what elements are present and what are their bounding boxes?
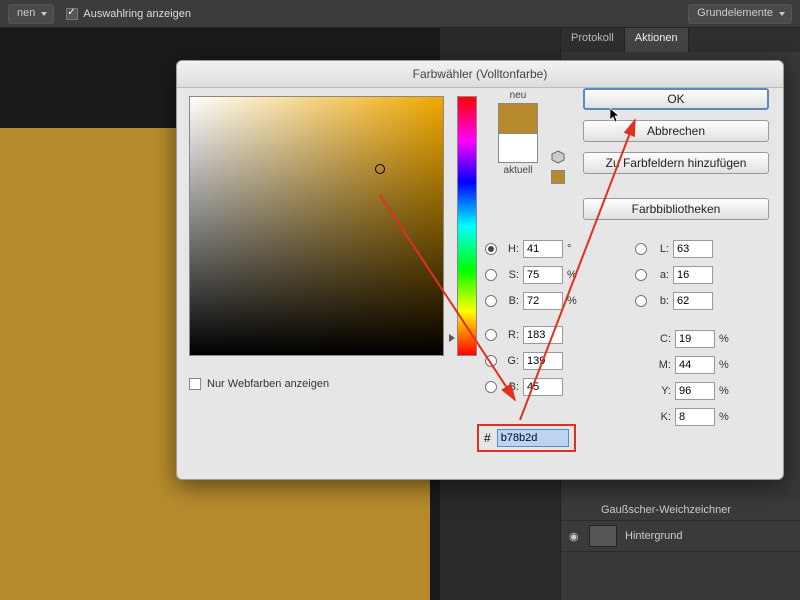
- tab-protokoll[interactable]: Protokoll: [561, 28, 625, 52]
- current-color-label: aktuell: [491, 165, 545, 176]
- radio-lab-b[interactable]: [635, 295, 647, 307]
- radio-g[interactable]: [485, 355, 497, 367]
- app-toolbar: nen Auswahlring anzeigen Grundelemente: [0, 0, 800, 28]
- h-field[interactable]: [523, 240, 563, 258]
- hue-slider[interactable]: [457, 96, 477, 356]
- l-field[interactable]: [673, 240, 713, 258]
- a-field[interactable]: [673, 266, 713, 284]
- lab-fields: L: a: b:: [635, 236, 713, 314]
- new-color-swatch: [498, 103, 538, 133]
- layer-thumbnail: [589, 525, 617, 547]
- hex-row: #: [477, 424, 576, 452]
- label-l: L:: [651, 243, 669, 255]
- cube-icon: [551, 150, 565, 164]
- unit: %: [719, 333, 733, 345]
- label-s: S:: [501, 269, 519, 281]
- unit-deg: °: [567, 243, 581, 255]
- radio-r[interactable]: [485, 329, 497, 341]
- lab-b-field[interactable]: [673, 292, 713, 310]
- radio-a[interactable]: [635, 269, 647, 281]
- sv-cursor: [375, 164, 385, 174]
- hue-slider-thumb[interactable]: [449, 334, 455, 342]
- new-color-label: neu: [491, 90, 545, 101]
- mini-swatch[interactable]: [551, 170, 565, 184]
- grundelemente-button[interactable]: Grundelemente: [688, 4, 792, 24]
- radio-s[interactable]: [485, 269, 497, 281]
- m-field[interactable]: [675, 356, 715, 374]
- add-to-swatches-button[interactable]: Zu Farbfeldern hinzufügen: [583, 152, 769, 174]
- label-b: B:: [501, 295, 519, 307]
- color-libraries-button[interactable]: Farbbibliotheken: [583, 198, 769, 220]
- k-field[interactable]: [675, 408, 715, 426]
- eye-icon[interactable]: ◉: [569, 530, 581, 543]
- mouse-cursor-icon: [610, 108, 622, 124]
- y-field[interactable]: [675, 382, 715, 400]
- hash-label: #: [484, 431, 491, 445]
- g-field[interactable]: [523, 352, 563, 370]
- color-picker-dialog: Farbwähler (Volltonfarbe) neu aktuell OK…: [176, 60, 784, 480]
- label-lab-b: b:: [651, 295, 669, 307]
- dialog-title: Farbwähler (Volltonfarbe): [177, 61, 783, 88]
- checkbox-label: Auswahlring anzeigen: [83, 8, 191, 20]
- unit-pct2: %: [567, 295, 581, 307]
- blue-field[interactable]: [523, 378, 563, 396]
- cmyk-fields: C:% M:% Y:% K:%: [653, 326, 733, 430]
- web-colors-only-checkbox[interactable]: Nur Webfarben anzeigen: [189, 378, 329, 390]
- label-y: Y:: [653, 385, 671, 397]
- c-field[interactable]: [675, 330, 715, 348]
- current-color-swatch[interactable]: [498, 133, 538, 163]
- unit-pct: %: [567, 269, 581, 281]
- layer-label: Gaußscher-Weichzeichner: [601, 504, 731, 516]
- ok-button[interactable]: OK: [583, 88, 769, 110]
- label-a: a:: [651, 269, 669, 281]
- label-r: R:: [501, 329, 519, 341]
- layer-label: Hintergrund: [625, 530, 682, 542]
- label-k: K:: [653, 411, 671, 423]
- panel-tabs: Protokoll Aktionen: [561, 28, 800, 52]
- toolbar-dropdown[interactable]: nen: [8, 4, 54, 24]
- layer-row-background[interactable]: ◉ Hintergrund: [561, 521, 800, 552]
- label-m: M:: [653, 359, 671, 371]
- web-colors-label: Nur Webfarben anzeigen: [207, 378, 329, 390]
- radio-l[interactable]: [635, 243, 647, 255]
- unit: %: [719, 411, 733, 423]
- checkbox-icon: [66, 8, 78, 20]
- radio-b2[interactable]: [485, 381, 497, 393]
- r-field[interactable]: [523, 326, 563, 344]
- label-h: H:: [501, 243, 519, 255]
- hex-input[interactable]: [497, 429, 569, 447]
- unit: %: [719, 359, 733, 371]
- layer-row-blur[interactable]: Gaußscher-Weichzeichner: [561, 500, 800, 521]
- radio-b[interactable]: [485, 295, 497, 307]
- label-g: G:: [501, 355, 519, 367]
- label-c: C:: [653, 333, 671, 345]
- s-field[interactable]: [523, 266, 563, 284]
- unit: %: [719, 385, 733, 397]
- brightness-field[interactable]: [523, 292, 563, 310]
- label-b2: B:: [501, 381, 519, 393]
- selection-ring-checkbox[interactable]: Auswahlring anzeigen: [66, 8, 191, 20]
- radio-h[interactable]: [485, 243, 497, 255]
- checkbox-icon: [189, 378, 201, 390]
- saturation-value-field[interactable]: [189, 96, 444, 356]
- tab-aktionen[interactable]: Aktionen: [625, 28, 689, 52]
- hsb-rgb-fields: H: ° S:% B:% R: G: B:: [485, 236, 581, 400]
